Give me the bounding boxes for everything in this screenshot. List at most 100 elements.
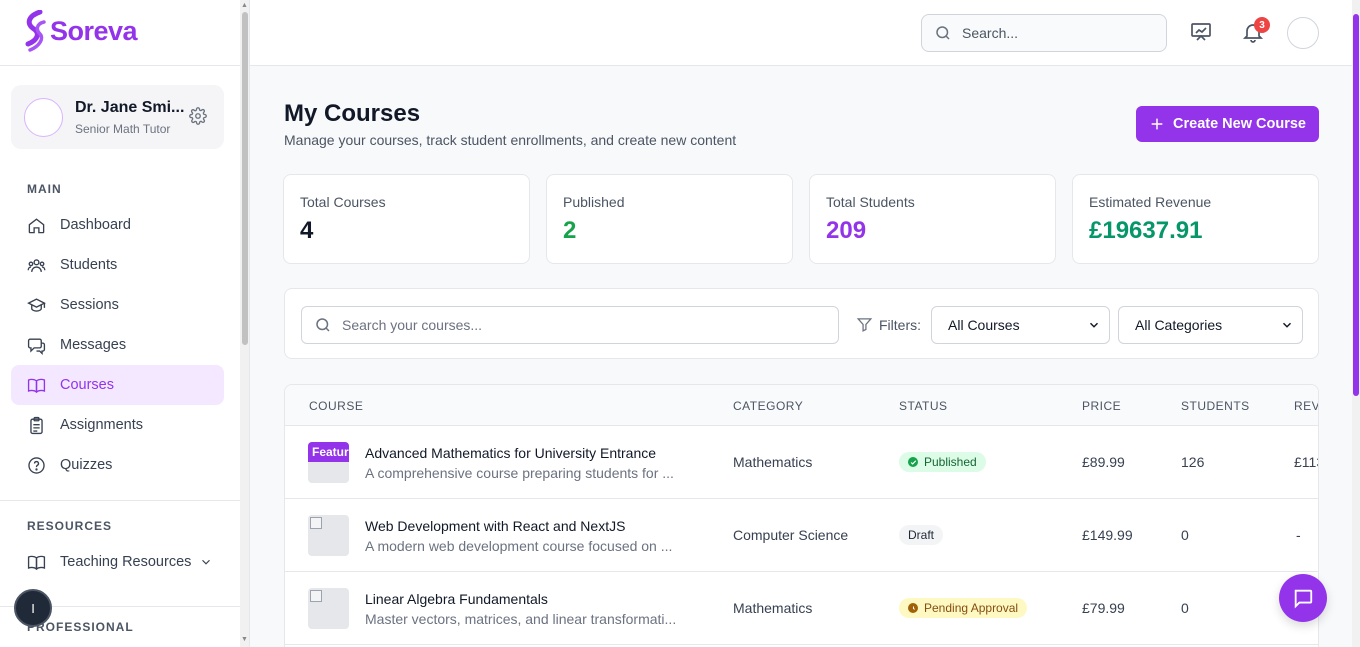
global-search[interactable] (921, 14, 1167, 52)
sidebar-item-courses[interactable]: Courses (11, 365, 224, 405)
scroll-up-arrow-icon[interactable]: ▲ (241, 2, 248, 9)
course-title[interactable]: Advanced Mathematics for University Entr… (365, 445, 656, 461)
table-header: COURSE CATEGORY STATUS PRICE STUDENTS RE… (285, 385, 1318, 426)
stat-card-published: Published 2 (546, 174, 793, 264)
brand-logo[interactable]: Soreva (22, 10, 138, 52)
sidebar-item-label: Dashboard (60, 217, 131, 233)
stat-card-total-courses: Total Courses 4 (283, 174, 530, 264)
profile-role: Senior Math Tutor (75, 122, 171, 136)
course-category: Mathematics (733, 600, 813, 616)
section-label-main: MAIN (27, 182, 62, 196)
sidebar: Soreva Dr. Jane Smi... Senior Math Tutor… (0, 0, 250, 647)
status-badge: Pending Approval (899, 598, 1028, 618)
course-category: Computer Science (733, 527, 849, 543)
course-category: Mathematics (733, 454, 813, 470)
sidebar-item-quizzes[interactable]: Quizzes (11, 445, 224, 485)
search-icon (316, 318, 330, 332)
column-header-students[interactable]: STUDENTS (1181, 399, 1250, 413)
header-avatar[interactable] (1287, 17, 1319, 49)
main-scrollbar-thumb[interactable] (1353, 14, 1359, 396)
column-header-revenue[interactable]: REV (1294, 399, 1318, 413)
scroll-down-arrow-icon[interactable]: ▼ (241, 636, 248, 643)
course-thumbnail (308, 515, 349, 556)
chat-icon (27, 337, 46, 355)
chevron-down-icon (1089, 322, 1099, 328)
floating-user-button[interactable]: I (14, 589, 52, 627)
sidebar-scrollbar-thumb[interactable] (242, 12, 248, 345)
home-icon (28, 217, 45, 233)
avatar[interactable] (24, 98, 63, 137)
notification-badge: 3 (1254, 17, 1270, 33)
course-students: 126 (1181, 454, 1205, 470)
stat-card-total-students: Total Students 209 (809, 174, 1056, 264)
table-row[interactable]: Featured Advanced Mathematics for Univer… (285, 426, 1318, 499)
top-header: 3 (250, 0, 1352, 66)
status-filter-select[interactable]: All Courses (931, 306, 1110, 344)
create-course-button[interactable]: Create New Course (1136, 106, 1319, 142)
course-thumbnail: Featured (308, 442, 349, 483)
sidebar-item-label: Students (60, 257, 118, 273)
chevron-down-icon (1282, 322, 1292, 328)
page-title: My Courses (284, 100, 421, 127)
filter-bar: Filters: All Courses All Categories (284, 288, 1319, 359)
course-students: 0 (1181, 527, 1189, 543)
presentation-board-icon[interactable] (1189, 20, 1213, 44)
sidebar-divider (0, 65, 240, 66)
profile-card[interactable]: Dr. Jane Smi... Senior Math Tutor (11, 85, 224, 149)
course-price: £79.99 (1082, 600, 1125, 616)
filter-icon (856, 318, 873, 332)
course-price: £89.99 (1082, 454, 1125, 470)
stat-label: Total Courses (300, 194, 386, 210)
sidebar-item-teaching-resources[interactable]: Teaching Resources (11, 542, 224, 582)
stat-value: 2 (563, 217, 577, 244)
sidebar-item-messages[interactable]: Messages (11, 325, 224, 365)
course-title[interactable]: Linear Algebra Fundamentals (365, 591, 548, 607)
sidebar-item-students[interactable]: Students (11, 245, 224, 285)
sidebar-item-label: Messages (60, 337, 127, 353)
course-students: 0 (1181, 600, 1189, 616)
profile-name: Dr. Jane Smi... (75, 99, 185, 116)
brand-name: Soreva (50, 15, 138, 46)
global-search-input[interactable] (962, 25, 1152, 41)
status-label: Pending Approval (924, 601, 1019, 615)
sidebar-item-assignments[interactable]: Assignments (11, 405, 224, 445)
broken-image-icon (310, 517, 322, 529)
category-filter-value: All Categories (1135, 317, 1223, 333)
status-badge: Published (899, 452, 986, 472)
sidebar-item-label: Teaching Resources (60, 554, 192, 570)
sidebar-item-label: Quizzes (60, 457, 113, 473)
column-header-category[interactable]: CATEGORY (733, 399, 803, 413)
course-search[interactable] (301, 306, 839, 344)
stat-value: £19637.91 (1089, 217, 1203, 244)
chevron-down-icon (202, 559, 211, 565)
table-row[interactable]: Web Development with React and NextJS A … (285, 499, 1318, 572)
gear-icon[interactable] (189, 107, 207, 125)
book-icon (27, 378, 46, 393)
soreva-logo-icon (25, 10, 46, 52)
table-row[interactable]: Linear Algebra Fundamentals Master vecto… (285, 572, 1318, 645)
courses-table: COURSE CATEGORY STATUS PRICE STUDENTS RE… (284, 384, 1319, 647)
stat-label: Total Students (826, 194, 915, 210)
page-subtitle: Manage your courses, track student enrol… (284, 132, 737, 148)
status-badge: Draft (899, 525, 944, 545)
course-description: Master vectors, matrices, and linear tra… (365, 611, 677, 627)
course-price: £149.99 (1082, 527, 1133, 543)
category-filter-select[interactable]: All Categories (1118, 306, 1303, 344)
check-circle-icon (908, 457, 918, 467)
search-icon (936, 26, 950, 40)
course-search-input[interactable] (342, 317, 822, 333)
column-header-status[interactable]: STATUS (899, 399, 948, 413)
sidebar-item-dashboard[interactable]: Dashboard (11, 205, 224, 245)
column-header-course[interactable]: COURSE (309, 399, 363, 413)
column-header-price[interactable]: PRICE (1082, 399, 1121, 413)
course-title[interactable]: Web Development with React and NextJS (365, 518, 625, 534)
help-circle-icon (28, 456, 45, 474)
section-label-resources: RESOURCES (27, 519, 113, 533)
plus-icon (1151, 118, 1163, 130)
users-icon (27, 258, 46, 272)
sidebar-item-sessions[interactable]: Sessions (11, 285, 224, 325)
stat-label: Estimated Revenue (1089, 194, 1212, 210)
sidebar-divider (0, 500, 240, 501)
chat-fab-button[interactable] (1279, 574, 1327, 622)
course-revenue: - (1296, 527, 1301, 543)
